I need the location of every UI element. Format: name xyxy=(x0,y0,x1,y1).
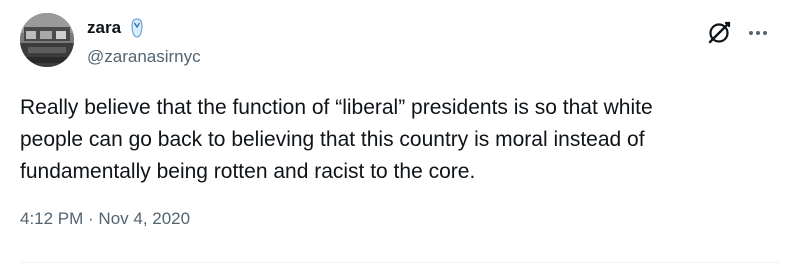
display-name[interactable]: zara xyxy=(87,17,121,39)
author-handle[interactable]: @zaranasirnyc xyxy=(87,46,201,68)
more-icon[interactable] xyxy=(746,22,770,44)
divider xyxy=(20,262,780,263)
tweet-text: Really believe that the function of “lib… xyxy=(20,96,653,183)
tweet-card: zara @zaranasirnyc Really believe that t… xyxy=(0,0,800,264)
avatar[interactable] xyxy=(20,13,74,67)
tweet-timestamp[interactable]: 4:12 PM · Nov 4, 2020 xyxy=(20,208,190,230)
grok-icon[interactable] xyxy=(706,20,732,46)
display-name-row: zara xyxy=(87,17,143,39)
avatar-image xyxy=(20,13,74,67)
flip-flop-icon xyxy=(131,18,143,38)
